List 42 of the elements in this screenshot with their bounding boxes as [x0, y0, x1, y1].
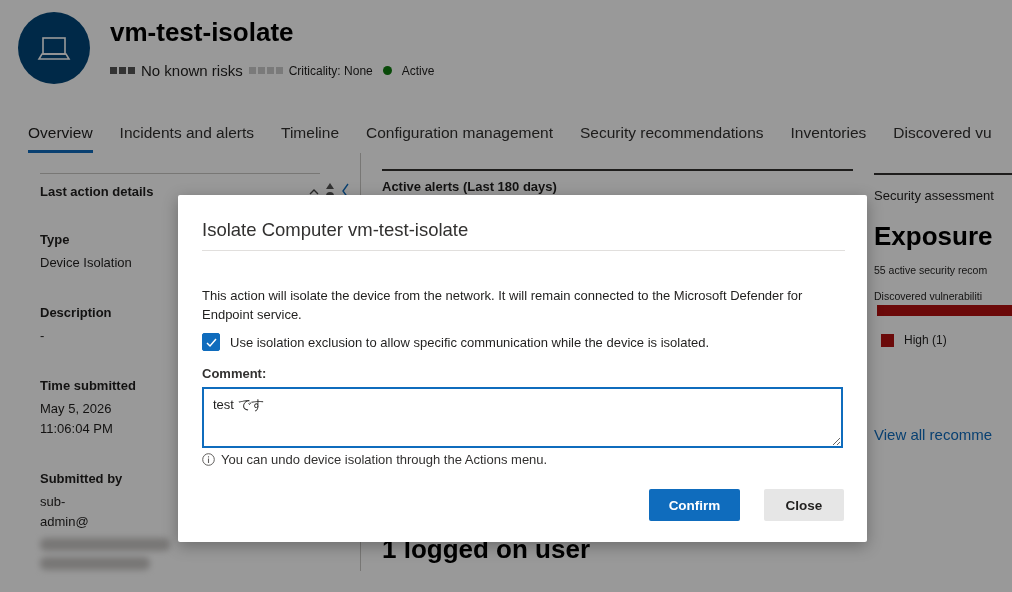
tab[interactable]: Incidents and alerts [119, 124, 255, 153]
close-button[interactable]: Close [764, 489, 844, 521]
device-name: vm-test-isolate [110, 17, 295, 48]
recommendations-link[interactable]: View all recomme [874, 426, 993, 443]
field-label: Submitted by [40, 471, 123, 486]
field-label: Time submitted [40, 378, 136, 393]
status-dot [382, 66, 392, 75]
comment-field[interactable]: test です [202, 387, 843, 448]
status-text: Active [401, 63, 435, 78]
field-value: May 5, 2026 11:06:04 PM [40, 400, 113, 438]
info-icon [202, 453, 215, 466]
laptop-icon [36, 34, 72, 62]
recommendations-text: 55 active security recom [874, 264, 989, 276]
dialog-message: This action will isolate the device from the network. It will remain connected to the Microsoft Defender for Endpoint service. [202, 287, 804, 324]
tab[interactable]: Discovered vu [893, 124, 992, 153]
comment-label: Comment: [202, 366, 268, 381]
dialog-title: Isolate Computer vm-test-isolate [202, 219, 845, 251]
criticality-level-icon [248, 65, 283, 76]
confirm-button[interactable]: Confirm [649, 489, 740, 521]
tab[interactable]: Configuration management [366, 124, 553, 153]
risk-text: No known risks [141, 62, 243, 79]
risk-level-icon [110, 65, 135, 76]
section-title: Security assessment [874, 173, 1012, 203]
field-value: Device Isolation [40, 254, 132, 272]
checkmark-icon [205, 336, 217, 348]
section-title: Last action details [40, 183, 155, 199]
legend-label: High (1) [904, 333, 947, 347]
tab[interactable]: Timeline [281, 124, 340, 153]
chevron-up-icon[interactable] [309, 187, 319, 195]
exposure-heading: Exposure [874, 221, 994, 252]
checkbox-label: Use isolation exclusion to allow specific communication while the device is isolated. [230, 334, 710, 350]
field-label: Description [40, 305, 112, 320]
hint-text: You can undo device isolation through the Actions menu. [221, 452, 548, 467]
field-label: Type [40, 232, 70, 247]
vulnerabilities-label: Discovered vulnerabiliti [874, 290, 983, 302]
tab[interactable]: Overview [28, 124, 93, 153]
criticality-text: Criticality: None [288, 63, 373, 78]
field-value: - [40, 327, 45, 345]
field-value: sub- admin@ [40, 493, 89, 531]
checkbox[interactable] [202, 333, 220, 351]
tab[interactable]: Inventories [790, 124, 867, 153]
tab[interactable]: Security recommendations [580, 124, 764, 153]
